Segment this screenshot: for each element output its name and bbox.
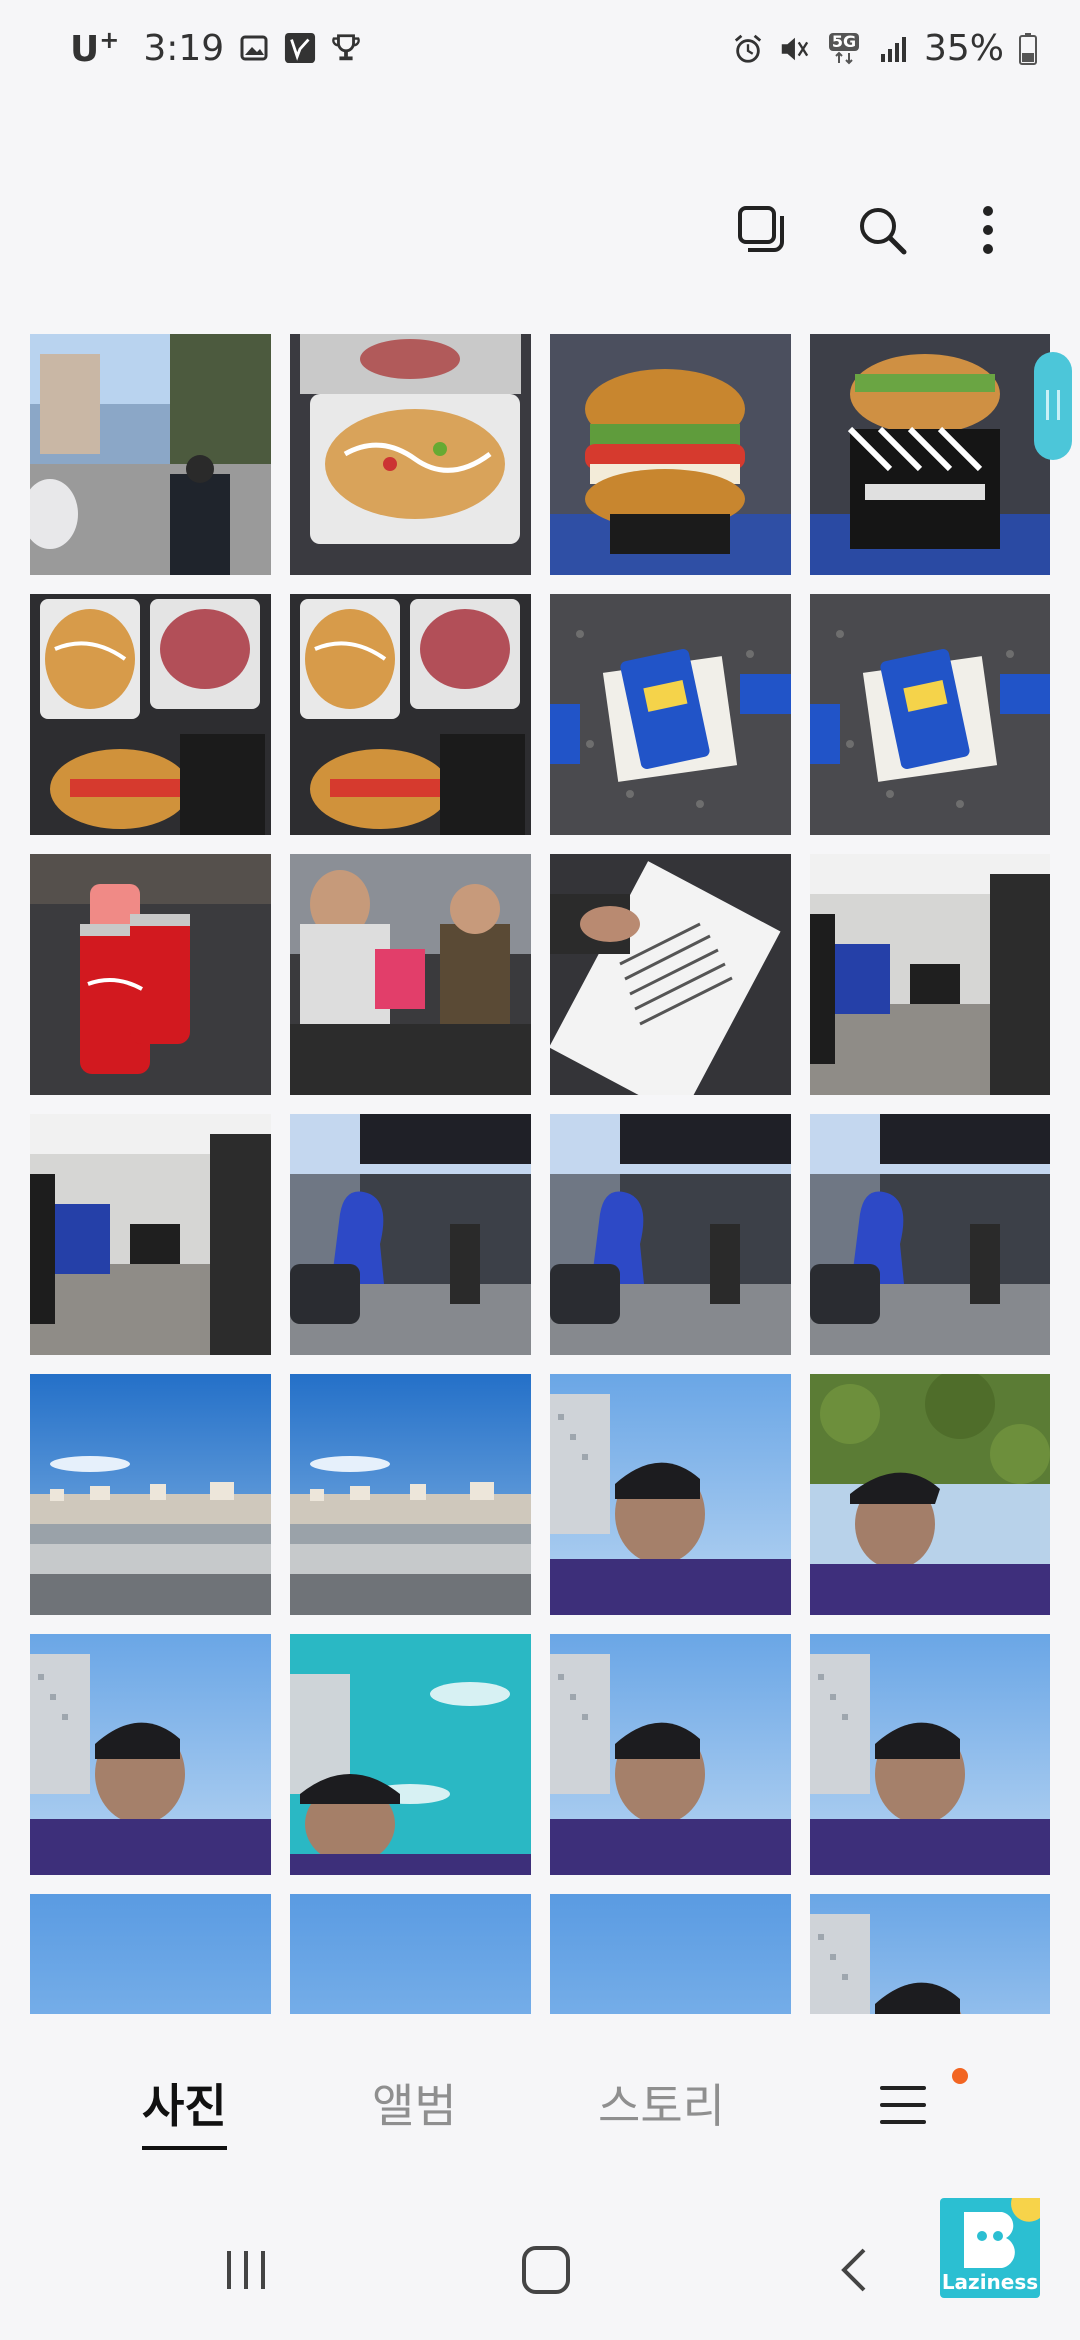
photo-image [30,1114,271,1355]
photo-thumbnail[interactable] [810,334,1050,575]
photo-thumbnail[interactable] [810,1894,1050,2014]
search-icon[interactable] [842,190,922,270]
photo-image [290,1894,531,2014]
photo-image [810,1374,1050,1615]
tab-photos[interactable]: 사진 [142,2070,227,2150]
photo-image [30,1374,271,1615]
photo-image [550,1634,791,1875]
laziness-logo: Laziness [940,2198,1040,2298]
photo-image [810,854,1050,1095]
photo-image [810,334,1050,575]
photo-image [550,854,791,1095]
photo-thumbnail[interactable] [30,854,271,1095]
photo-thumbnail[interactable] [550,1634,791,1875]
photo-image [550,1894,791,2014]
photo-image [30,1894,271,2014]
photo-thumbnail[interactable] [290,1114,531,1355]
photo-image [290,334,531,575]
photo-thumbnail[interactable] [290,1894,531,2014]
notification-dot [952,2068,968,2084]
photo-thumbnail[interactable] [550,1374,791,1615]
photo-thumbnail[interactable] [810,1374,1050,1615]
photo-image [290,1114,531,1355]
photo-thumbnail[interactable] [30,1894,271,2014]
photo-thumbnail[interactable] [810,854,1050,1095]
carrier-label: U+ [70,26,120,70]
photo-thumbnail[interactable] [550,854,791,1095]
photo-grid [30,334,1050,2014]
photo-thumbnail[interactable] [30,1374,271,1615]
photo-thumbnail[interactable] [550,1894,791,2014]
photo-image [30,1634,271,1875]
network-type-icon: 5G [824,32,864,65]
clock: 3:19 [143,27,225,69]
tab-stories[interactable]: 스토리 [598,2070,725,2136]
photo-thumbnail[interactable] [290,594,531,835]
photo-thumbnail[interactable] [30,594,271,835]
home-icon[interactable] [516,2240,576,2300]
photo-thumbnail[interactable] [550,1114,791,1355]
photo-image [290,594,531,835]
photo-thumbnail[interactable] [550,334,791,575]
signal-icon [878,33,910,65]
photo-image [290,854,531,1095]
photo-thumbnail[interactable] [290,334,531,575]
photo-image [290,1374,531,1615]
trophy-icon [330,32,362,64]
photo-thumbnail[interactable] [810,1114,1050,1355]
fast-scroll-handle[interactable] [1034,352,1072,460]
photo-image [810,1634,1050,1875]
select-icon[interactable] [722,190,802,270]
system-nav-bar [0,2200,1080,2340]
mute-icon [778,33,810,65]
photo-thumbnail[interactable] [290,1374,531,1615]
recent-apps-icon[interactable] [216,2240,276,2300]
back-icon[interactable] [824,2240,884,2300]
photo-thumbnail[interactable] [550,594,791,835]
photo-image [290,1634,531,1875]
photo-image [810,594,1050,835]
photo-thumbnail[interactable] [810,1634,1050,1875]
battery-percent: 35% [923,28,1004,69]
more-options-icon[interactable] [948,190,1028,270]
photo-image [550,334,791,575]
photo-image [30,334,271,575]
photo-thumbnail[interactable] [290,1634,531,1875]
status-bar: U+ 3:19 5G 35% [0,0,1080,104]
alarm-icon [732,33,764,65]
battery-icon [1018,32,1038,65]
photo-image [550,1114,791,1355]
photo-image [550,1374,791,1615]
photo-image [810,1894,1050,2014]
photo-image [810,1114,1050,1355]
photo-thumbnail[interactable] [30,1634,271,1875]
photo-thumbnail[interactable] [290,854,531,1095]
bottom-tab-bar: 사진 앨범 스토리 [0,2040,1080,2190]
photo-thumbnail[interactable] [30,1114,271,1355]
menu-icon[interactable] [876,2078,932,2134]
photo-image [550,594,791,835]
photo-thumbnail[interactable] [30,334,271,575]
app-notification-icon [284,32,316,64]
gallery-notification-icon [238,32,270,64]
tab-albums[interactable]: 앨범 [372,2070,457,2136]
photo-image [30,594,271,835]
photo-image [30,854,271,1095]
photo-thumbnail[interactable] [810,594,1050,835]
